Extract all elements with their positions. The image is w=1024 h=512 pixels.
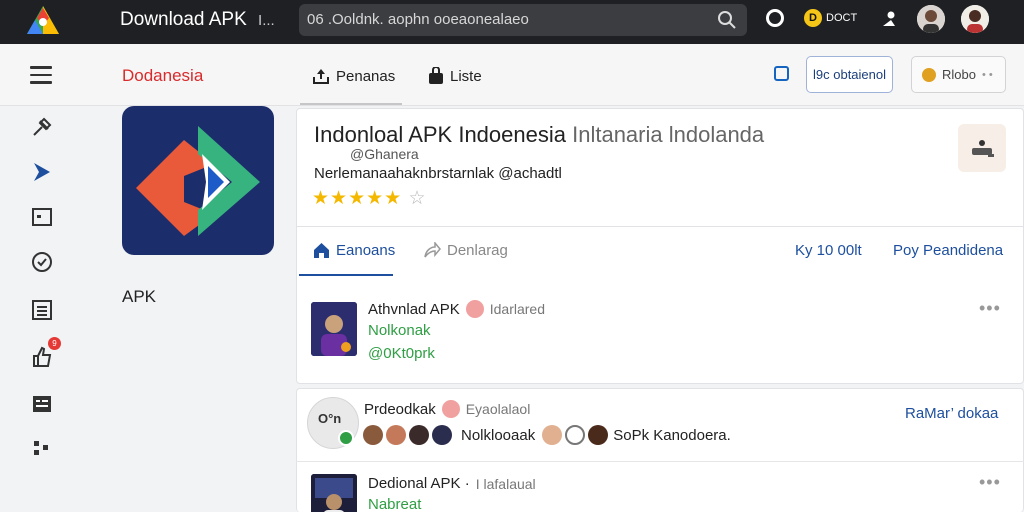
more-icon[interactable]: ••• [979, 298, 1001, 319]
developer-handle[interactable]: @Ghanera [350, 146, 419, 162]
top-bar: Download APK I... 06 .Ooldnk. aophn ooea… [0, 0, 1024, 44]
tab-eanoans[interactable]: Eanoans [313, 242, 395, 259]
primary-action-label: l9c obtaienol [813, 67, 886, 82]
person-avatar[interactable] [542, 425, 563, 445]
feed-link[interactable]: RaMar’ dokaa [905, 405, 998, 422]
tab-denlarag[interactable]: Denlarag [423, 242, 508, 259]
verified-icon [338, 430, 354, 446]
feed-item-title[interactable]: Dedional APK · I lafalaual [368, 475, 536, 492]
emoji-icon [441, 400, 460, 418]
nav-label: Penanas [336, 67, 396, 85]
app-subtitle: Nerlemanaahaknbrstarnlak @achadtl [314, 165, 562, 182]
feed-line-1: Nolkonak [368, 322, 431, 339]
person-avatar[interactable] [363, 425, 383, 445]
count-link[interactable]: Ky 10 00lt [795, 242, 862, 259]
people-text-2: SoPk Kanodoera. [613, 426, 731, 444]
bag-icon [429, 67, 443, 84]
pin-icon[interactable] [30, 115, 54, 139]
window-title: Download APK I... [120, 9, 275, 31]
checkbox-icon[interactable] [774, 66, 789, 81]
tab-label: Denlarag [447, 242, 508, 259]
menu-icon[interactable] [30, 66, 52, 84]
feed-badge: I lafalaual [475, 475, 536, 492]
account-icon[interactable] [880, 9, 900, 29]
feed-item-title[interactable]: Athvnlad APK Idarlared [368, 300, 545, 318]
nav-item-penanas[interactable]: Penanas [312, 67, 395, 85]
secondary-header: Dodanesia Penanas Liste l9c obtaienol Rl… [0, 44, 1024, 106]
app-title: Indonloal APK Indoenesia Inltanaria lndo… [314, 122, 764, 148]
person-avatar[interactable] [386, 425, 406, 445]
chevron-down-icon: • • [981, 68, 993, 81]
doct-icon: D [804, 9, 822, 27]
home-icon [314, 243, 329, 258]
divider [296, 226, 1024, 227]
tab-label: Eanoans [336, 242, 396, 259]
person-avatar[interactable] [588, 425, 609, 445]
person-avatar[interactable] [565, 425, 586, 445]
search-text[interactable]: 06 .Ooldnk. aophn ooeaonealaeo [307, 11, 529, 28]
feed-title-text: Dedional APK · [368, 475, 470, 492]
primary-action-button[interactable]: l9c obtaienol [806, 56, 893, 93]
folder-icon[interactable] [30, 205, 54, 229]
rating-stars: ★★★★★ ☆ [312, 187, 427, 210]
people-text: Nolklooaak [461, 426, 536, 444]
handle-text: @Ghanera [350, 146, 419, 162]
apk-label: APK [122, 287, 157, 306]
more-icon[interactable]: ••• [979, 472, 1001, 493]
feed-item-title[interactable]: Prdeodkak Eyaolalaol [364, 400, 530, 418]
play-logo-icon [136, 126, 260, 236]
person-avatar[interactable] [409, 425, 429, 445]
nav-item-liste[interactable]: Liste [428, 67, 482, 85]
coin-icon [922, 67, 936, 82]
ring-icon[interactable] [766, 9, 784, 27]
feed-badge: Eyaolalaol [465, 401, 531, 417]
share-icon [424, 242, 441, 258]
doct-label: DOCT [826, 12, 858, 24]
hand-icon [972, 140, 994, 157]
feed-title-text: Prdeodkak [364, 400, 436, 418]
grid-icon[interactable] [30, 298, 54, 322]
send-icon[interactable] [30, 160, 54, 184]
notification-badge: 9 [48, 337, 61, 350]
brand-name[interactable]: Dodanesia [122, 66, 203, 86]
doct-button[interactable]: D DOCT [804, 8, 857, 28]
feed-thumbnail[interactable] [311, 474, 357, 512]
avatar-2[interactable] [961, 5, 989, 33]
search-icon[interactable] [717, 10, 737, 30]
shield-icon[interactable] [30, 250, 54, 274]
apps-icon[interactable] [30, 437, 54, 461]
app-title-main: Indonloal APK Indoenesia [314, 122, 566, 147]
title-text: Download APK [120, 9, 247, 30]
feed-line-1: Nabreat [368, 496, 422, 512]
nav-label: Liste [450, 67, 482, 85]
secondary-action-button[interactable]: Rlobo • • [911, 56, 1006, 93]
title-extra: I... [258, 12, 275, 29]
secondary-action-label: Rlobo [942, 67, 976, 82]
feed-line-2[interactable]: @0Kt0prk [368, 345, 435, 362]
list-icon[interactable] [30, 392, 54, 416]
emoji-icon [465, 300, 484, 318]
avatar-1[interactable] [917, 5, 945, 33]
app-icon[interactable] [122, 106, 274, 255]
star-empty-icon: ☆ [408, 188, 427, 209]
avatar-text: O°n [318, 411, 342, 426]
nav-underline [300, 103, 402, 105]
peer-link[interactable]: Poy Peandidena [893, 242, 1003, 259]
person-avatar[interactable] [432, 425, 452, 445]
feed-title-text: Athvnlad APK [368, 300, 460, 318]
star-filled-icon: ★★★★★ [312, 188, 403, 209]
app-logo-icon[interactable] [26, 4, 60, 36]
upload-icon [313, 69, 329, 84]
people-row: Nolklooaak SoPk Kanodoera. [363, 425, 731, 445]
tab-underline [299, 274, 393, 276]
app-title-secondary: Inltanaria lndolanda [572, 122, 765, 147]
feed-badge: Idarlared [489, 301, 545, 317]
feed-thumbnail[interactable] [311, 302, 357, 356]
share-button[interactable] [958, 124, 1006, 172]
divider [296, 461, 1024, 462]
search-input[interactable]: 06 .Ooldnk. aophn ooeaonealaeo [299, 4, 747, 36]
